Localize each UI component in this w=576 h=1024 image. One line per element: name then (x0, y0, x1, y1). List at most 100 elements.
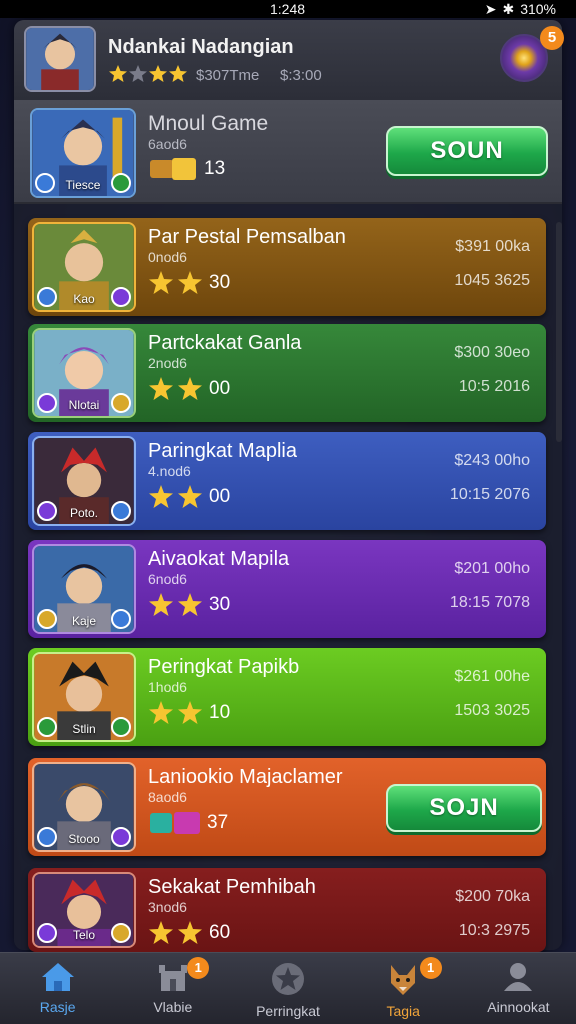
card-title: Sekakat Pemhibah (148, 876, 316, 898)
nav-label: Tagia (386, 1003, 420, 1019)
class-chip-icon (35, 173, 55, 193)
card-subtitle: 4.nod6 (148, 463, 191, 479)
nav-profile[interactable]: Ainnookat (461, 953, 576, 1024)
class-chip-icon (37, 393, 57, 413)
card-title: Paringkat Maplia (148, 440, 297, 462)
game-card[interactable]: Telo Sekakat Pemhibah 3nod6 60 $200 70ka… (28, 868, 546, 952)
card-rating: 00 (148, 376, 230, 402)
class-chip-icon (111, 501, 131, 521)
card-price: $391 00ka (455, 238, 530, 255)
player-avatar[interactable] (24, 26, 96, 92)
card-rating-value: 30 (209, 594, 231, 615)
fox-mascot-icon (391, 965, 416, 995)
class-chip-icon (37, 609, 57, 629)
nav-notification-badge: 1 (419, 957, 442, 979)
card-avatar: Poto. (32, 436, 136, 526)
game-card[interactable]: Stlin Peringkat Papikb 1hod6 10 $261 00h… (28, 648, 546, 746)
warrior-portrait-icon (26, 28, 94, 90)
featured-title: Mnoul Game (148, 112, 269, 135)
nav-tagia[interactable]: 1 Tagia (346, 953, 461, 1024)
card-subtitle: 0nod6 (148, 249, 187, 265)
card-join-button[interactable]: SOJN (386, 784, 542, 832)
nav-peringkat[interactable]: Perringkat (230, 953, 345, 1024)
castle-icon (158, 965, 187, 991)
card-subtitle: 2nod6 (148, 355, 187, 371)
card-title: Aivaokat Mapila (148, 548, 290, 570)
two-stars-icon (149, 701, 202, 724)
player-name: Ndankai Nadangian (108, 36, 294, 58)
class-chip-icon (111, 923, 131, 943)
card-rating: 10 (148, 700, 230, 726)
card-price: $261 00he (454, 668, 530, 685)
check-chip-icon (111, 717, 131, 737)
class-chip-icon (37, 287, 57, 307)
status-bar: 1:248 ➤ ✱ 310% (0, 0, 576, 18)
location-icon: ➤ (484, 0, 497, 17)
card-avatar: Stooo (32, 762, 136, 852)
nav-label: Ainnookat (487, 999, 550, 1015)
game-card[interactable]: Kaje Aivaokat Mapila 6nod6 30 $201 00ho … (28, 540, 546, 638)
header-stat-2: $:3:00 (280, 67, 322, 84)
status-time: 1:248 (270, 1, 306, 17)
card-rating: 60 (148, 920, 230, 946)
class-chip-icon (111, 393, 131, 413)
card-stat: 18:15 7078 (449, 594, 530, 611)
card-rating: 30 (148, 592, 230, 618)
card-rating-value: 10 (209, 702, 231, 723)
card-stat: 10:15 2076 (449, 486, 530, 503)
star-rating-icon (109, 65, 187, 82)
card-stat: 1503 3025 (454, 702, 530, 719)
featured-count: 13 (148, 156, 225, 182)
card-subtitle: 8aod6 (148, 789, 187, 805)
card-subtitle: 3nod6 (148, 899, 187, 915)
profile-header: Ndankai Nadangian $307Tme $:3:00 5 (14, 20, 564, 100)
featured-join-button[interactable]: SOUN (386, 126, 548, 176)
orb-notification-badge: 5 (540, 26, 564, 50)
nav-vlabie[interactable]: 1 Vlabie (115, 953, 230, 1024)
card-title: Peringkat Papikb (148, 656, 300, 678)
class-chip-icon (111, 287, 131, 307)
card-subtitle: 6nod6 (148, 571, 187, 587)
featured-subtitle: 6aod6 (148, 136, 187, 152)
nav-label: Perringkat (256, 1003, 320, 1019)
class-chip-icon (37, 717, 57, 737)
two-stars-icon (149, 485, 202, 508)
card-subtitle: 1hod6 (148, 679, 187, 695)
bottom-nav: Rasje 1 Vlabie Perringkat 1 Tagia Ainnoo… (0, 952, 576, 1024)
game-card[interactable]: Nlotai Partckakat Ganla 2nod6 00 $300 30… (28, 324, 546, 422)
nav-home[interactable]: Rasje (0, 953, 115, 1024)
nav-notification-badge: 1 (187, 957, 210, 979)
card-title: Par Pestal Pemsalban (148, 226, 346, 248)
scrollbar[interactable] (556, 222, 562, 442)
battery-percent: 310% (520, 1, 556, 17)
card-avatar: Telo (32, 872, 136, 948)
class-chip-icon (37, 827, 57, 847)
two-stars-icon (149, 271, 202, 294)
card-avatar: Kaje (32, 544, 136, 634)
game-card[interactable]: Kao Par Pestal Pemsalban 0nod6 30 $391 0… (28, 218, 546, 316)
card-rating-value: 30 (209, 272, 231, 293)
status-icons: ➤ ✱ 310% (485, 1, 556, 18)
bluetooth-icon: ✱ (502, 0, 515, 17)
two-stars-icon (149, 377, 202, 400)
card-stat: 10:3 2975 (458, 922, 530, 939)
card-price: $243 00ho (454, 452, 530, 469)
featured-avatar[interactable]: Tiesce (30, 108, 136, 198)
card-rating-value: 00 (209, 378, 231, 399)
player-stars (108, 64, 190, 84)
card-avatar: Nlotai (32, 328, 136, 418)
nav-label: Rasje (39, 999, 76, 1015)
game-card[interactable]: Stooo Laniookio Majaclamer 8aod6 37 SOJN (28, 758, 546, 856)
two-stars-icon (149, 593, 202, 616)
check-chip-icon (111, 173, 131, 193)
nav-label: Vlabie (153, 999, 193, 1015)
star-medal-icon (272, 963, 304, 995)
card-rating: 37 (148, 810, 228, 836)
game-card[interactable]: Poto. Paringkat Maplia 4.nod6 00 $243 00… (28, 432, 546, 530)
card-rating-value: 00 (209, 486, 231, 507)
ticket-icon (150, 158, 196, 180)
card-avatar: Stlin (32, 652, 136, 742)
featured-game: Tiesce Mnoul Game 6aod6 13 SOUN (14, 100, 562, 204)
card-title: Laniookio Majaclamer (148, 766, 343, 788)
class-chip-icon (37, 923, 57, 943)
